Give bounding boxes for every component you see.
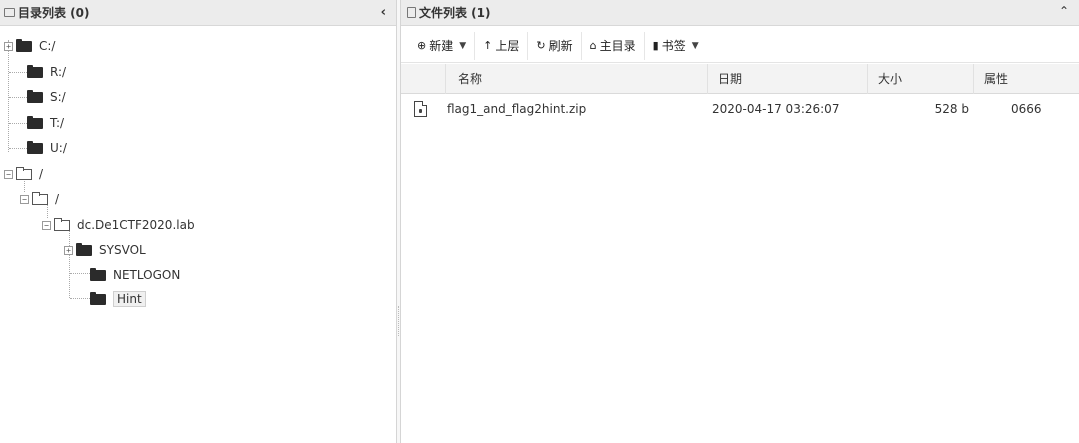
zip-file-icon xyxy=(414,101,427,117)
column-header-attributes[interactable]: 属性 xyxy=(973,64,1079,94)
folder-icon xyxy=(90,291,106,305)
tree-node-u-drive[interactable]: U:/ xyxy=(27,139,67,157)
folder-icon xyxy=(16,38,32,52)
expand-icon[interactable]: + xyxy=(64,245,73,255)
expand-icon[interactable]: + xyxy=(4,41,13,51)
file-list-panel-title: 文件列表 (1) xyxy=(419,6,491,20)
file-date: 2020-04-17 03:26:07 xyxy=(712,102,840,116)
plus-circle-icon: ⊕ xyxy=(417,39,427,52)
folder-open-icon xyxy=(54,217,70,231)
chevron-left-icon[interactable]: ‹ xyxy=(381,5,386,20)
file-name[interactable]: flag1_and_flag2hint.zip xyxy=(447,94,586,124)
up-level-button[interactable]: ↑ 上层 xyxy=(475,31,529,60)
panel-window-icon xyxy=(4,8,15,17)
tree-node-c-drive[interactable]: + C:/ xyxy=(4,37,55,55)
column-header-size[interactable]: 大小 xyxy=(867,64,973,94)
caret-down-icon: ▼ xyxy=(459,40,467,51)
tree-node-domain[interactable]: − dc.De1CTF2020.lab xyxy=(42,216,195,234)
tree-node-r-drive[interactable]: R:/ xyxy=(27,63,66,81)
splitter-grip[interactable] xyxy=(398,306,399,336)
tree-connector xyxy=(9,97,27,98)
tree-connector xyxy=(9,148,27,149)
bookmark-button-label: 书签 xyxy=(661,39,686,53)
tree-node-label: S:/ xyxy=(50,90,66,104)
tree-connector xyxy=(9,123,27,124)
folder-icon xyxy=(27,64,43,78)
chevron-up-icon[interactable]: ⌃ xyxy=(1059,4,1069,18)
column-header-icon xyxy=(401,64,445,94)
column-header-date[interactable]: 日期 xyxy=(707,64,867,94)
tree-node-label: / xyxy=(39,167,44,181)
column-header-name[interactable]: 名称 xyxy=(445,64,707,94)
home-button-label: 主目录 xyxy=(599,39,636,53)
tree-connector xyxy=(70,273,90,274)
new-button[interactable]: ⊕ 新建 ▼ xyxy=(401,31,476,60)
folder-open-icon xyxy=(16,166,32,180)
collapse-icon[interactable]: − xyxy=(4,169,13,179)
home-icon: ⌂ xyxy=(589,39,597,52)
new-button-label: 新建 xyxy=(429,39,454,53)
tree-node-root-child[interactable]: − / xyxy=(20,190,59,208)
table-row[interactable]: flag1_and_flag2hint.zip 2020-04-17 03:26… xyxy=(401,94,1079,124)
tree-node-label: T:/ xyxy=(50,116,65,130)
file-toolbar: ⊕ 新建 ▼ ↑ 上层 ↻ 刷新 ⌂ 主目录 ▮ 书签 ▼ xyxy=(401,29,1079,63)
folder-icon xyxy=(27,89,43,103)
tree-node-label: U:/ xyxy=(50,141,67,155)
collapse-icon[interactable]: − xyxy=(42,220,51,230)
bookmark-icon: ▮ xyxy=(652,39,659,52)
refresh-icon: ↻ xyxy=(536,39,546,52)
collapse-icon[interactable]: − xyxy=(20,194,29,204)
folder-icon xyxy=(27,115,43,129)
file-size: 528 b xyxy=(934,102,969,116)
directory-panel-title: 目录列表 (0) xyxy=(18,6,90,20)
tree-node-root[interactable]: − / xyxy=(4,165,43,183)
directory-panel-header: 目录列表 (0) ‹ xyxy=(0,0,396,26)
caret-down-icon: ▼ xyxy=(691,40,699,51)
document-icon xyxy=(407,7,416,18)
tree-node-label: C:/ xyxy=(39,39,56,53)
directory-panel: 目录列表 (0) ‹ + C:/ R:/ S:/ T:/ U:/ − / − /… xyxy=(0,0,396,443)
arrow-up-icon: ↑ xyxy=(483,39,493,52)
tree-node-label: NETLOGON xyxy=(113,268,181,282)
tree-node-hint[interactable]: Hint xyxy=(90,290,146,308)
folder-icon xyxy=(76,242,92,256)
up-level-button-label: 上层 xyxy=(495,39,520,53)
tree-node-label-selected: Hint xyxy=(113,291,146,307)
file-attributes: 0666 xyxy=(1011,102,1042,116)
tree-node-sysvol[interactable]: + SYSVOL xyxy=(64,241,146,259)
home-button[interactable]: ⌂ 主目录 xyxy=(582,31,645,60)
tree-connector xyxy=(70,298,90,299)
file-table-header: 名称 日期 大小 属性 xyxy=(401,64,1079,94)
refresh-button-label: 刷新 xyxy=(548,39,573,53)
file-list-panel: 文件列表 (1) ⌃ ⊕ 新建 ▼ ↑ 上层 ↻ 刷新 ⌂ 主目录 ▮ 书签 ▼… xyxy=(401,0,1079,443)
tree-node-t-drive[interactable]: T:/ xyxy=(27,114,64,132)
tree-node-label: R:/ xyxy=(50,65,67,79)
tree-node-label: SYSVOL xyxy=(99,243,146,257)
bookmark-button[interactable]: ▮ 书签 ▼ xyxy=(645,32,707,60)
tree-connector xyxy=(9,72,27,73)
tree-node-s-drive[interactable]: S:/ xyxy=(27,88,66,106)
tree-connector xyxy=(8,40,9,152)
file-table: 名称 日期 大小 属性 flag1_and_flag2hint.zip 2020… xyxy=(401,64,1079,124)
folder-open-icon xyxy=(32,191,48,205)
refresh-button[interactable]: ↻ 刷新 xyxy=(528,31,582,60)
file-list-panel-header: 文件列表 (1) ⌃ xyxy=(401,0,1079,26)
tree-node-label: dc.De1CTF2020.lab xyxy=(77,218,195,232)
folder-icon xyxy=(90,267,106,281)
folder-icon xyxy=(27,140,43,154)
tree-connector xyxy=(69,226,70,298)
tree-node-label: / xyxy=(55,192,60,206)
tree-node-netlogon[interactable]: NETLOGON xyxy=(90,266,180,284)
